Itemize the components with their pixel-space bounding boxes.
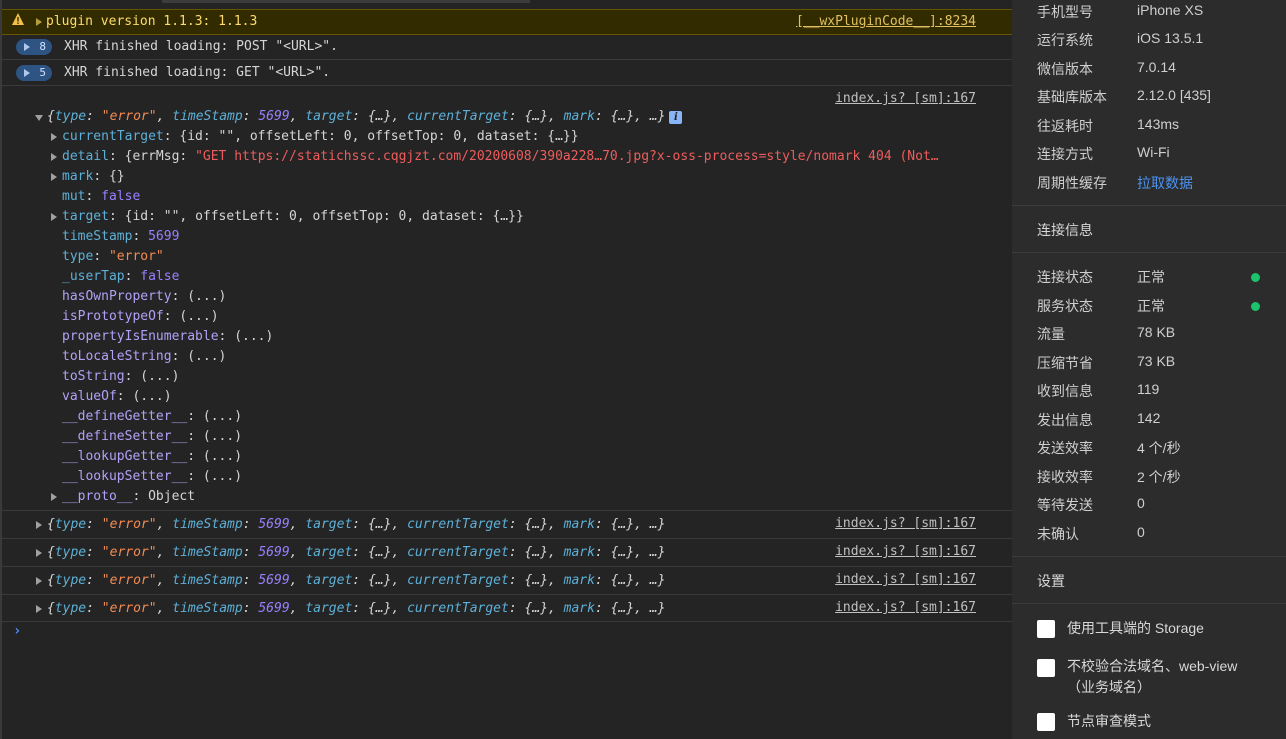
method-lookupSetter[interactable]: __lookupSetter__: (...) [62, 469, 242, 484]
expand-arrow-icon[interactable] [36, 605, 42, 613]
unacknowledged: 未确认 0 [1037, 524, 1145, 542]
service-status: 服务状态 正常 [1037, 296, 1277, 316]
warning-source-link[interactable]: [__wxPluginCode__]:8234 [796, 14, 976, 29]
source-link[interactable]: index.js? [sm]:167 [835, 516, 976, 531]
object-summary[interactable]: {type: "error", timeStamp: 5699, target:… [47, 109, 683, 124]
expand-arrow-icon[interactable] [36, 18, 42, 26]
prop-currentTarget[interactable]: currentTarget: {id: "", offsetLeft: 0, o… [62, 129, 579, 144]
expand-arrow-icon[interactable] [51, 493, 57, 501]
collapsed-log-entry[interactable]: {type: "error", timeStamp: 5699, target:… [2, 595, 1012, 622]
info-os: 运行系统 iOS 13.5.1 [1037, 30, 1204, 48]
send-rate: 发送效率 4 个/秒 [1037, 440, 1181, 456]
expand-arrow-icon[interactable] [51, 133, 57, 141]
method-isPrototypeOf[interactable]: isPrototypeOf: (...) [62, 309, 219, 324]
source-link[interactable]: index.js? [sm]:167 [835, 600, 976, 615]
info-lib-version: 基础库版本 2.12.0 [435] [1037, 87, 1211, 105]
checkbox-use-tool-storage[interactable] [1037, 620, 1055, 638]
divider [1012, 556, 1286, 557]
method-defineSetter[interactable]: __defineSetter__: (...) [62, 429, 242, 444]
collapse-arrow-icon[interactable] [35, 115, 43, 121]
pending-send: 等待发送 0 [1037, 495, 1145, 513]
info-rtt: 往返耗时 143ms [1037, 116, 1180, 134]
section-title-connection: 连接信息 [1037, 222, 1093, 238]
info-periodic-cache: 周期性缓存 拉取数据 [1037, 173, 1193, 193]
method-toString[interactable]: toString: (...) [62, 369, 179, 384]
warning-icon [12, 13, 24, 25]
repeat-count-badge: 8 [16, 39, 52, 55]
scroll-strip [162, 0, 530, 3]
source-link[interactable]: index.js? [sm]:167 [835, 91, 976, 106]
setting-node-inspect-mode[interactable]: 节点审查模式 [1037, 711, 1277, 735]
expanded-log-entry: index.js? [sm]:167 {type: "error", timeS… [2, 86, 1012, 511]
expand-arrow-icon[interactable] [36, 521, 42, 529]
traffic: 流量 78 KB [1037, 324, 1176, 342]
collapsed-log-entry[interactable]: {type: "error", timeStamp: 5699, target:… [2, 539, 1012, 567]
setting-skip-domain-check[interactable]: 不校验合法域名、web-view（业务域名） [1037, 656, 1277, 700]
warning-text: plugin version 1.1.3: 1.1.3 [46, 14, 258, 29]
prop-mut: mut: false [62, 189, 141, 204]
method-valueOf[interactable]: valueOf: (...) [62, 389, 172, 404]
prop-detail[interactable]: detail: {errMsg: "GET https://statichssc… [62, 149, 939, 164]
messages-received: 收到信息 119 [1037, 381, 1160, 399]
method-defineGetter[interactable]: __defineGetter__: (...) [62, 409, 242, 424]
setting-use-tool-storage[interactable]: 使用工具端的 Storage [1037, 618, 1277, 642]
prop-type: type: "error" [62, 249, 164, 264]
divider [1012, 603, 1286, 604]
checkbox-node-inspect-mode[interactable] [1037, 713, 1055, 731]
object-summary[interactable]: {type: "error", timeStamp: 5699, target:… [47, 545, 665, 560]
info-connection-type: 连接方式 Wi-Fi [1037, 144, 1170, 162]
info-icon[interactable]: i [669, 111, 683, 124]
repeat-count-badge: 5 [16, 65, 52, 81]
method-lookupGetter[interactable]: __lookupGetter__: (...) [62, 449, 242, 464]
xhr-message-post[interactable]: 8 XHR finished loading: POST "<URL>". [2, 35, 1012, 60]
object-summary[interactable]: {type: "error", timeStamp: 5699, target:… [47, 601, 665, 616]
method-hasOwnProperty[interactable]: hasOwnProperty: (...) [62, 289, 226, 304]
warning-message[interactable]: plugin version 1.1.3: 1.1.3 [__wxPluginC… [2, 9, 1012, 35]
object-summary[interactable]: {type: "error", timeStamp: 5699, target:… [47, 573, 665, 588]
expand-arrow-icon[interactable] [36, 549, 42, 557]
section-title-settings: 设置 [1037, 573, 1065, 589]
prop-target[interactable]: target: {id: "", offsetLeft: 0, offsetTo… [62, 209, 524, 224]
expand-arrow-icon[interactable] [51, 153, 57, 161]
prop-proto[interactable]: __proto__: Object [62, 489, 195, 504]
messages-sent: 发出信息 142 [1037, 410, 1161, 428]
compression-saved: 压缩节省 73 KB [1037, 353, 1176, 371]
expand-arrow-icon[interactable] [51, 173, 57, 181]
info-wechat-version: 微信版本 7.0.14 [1037, 59, 1176, 77]
xhr-text: XHR finished loading: GET "<URL>". [64, 65, 331, 80]
status-ok-dot-icon [1251, 273, 1260, 282]
checkbox-skip-domain-check[interactable] [1037, 659, 1055, 677]
method-propertyIsEnumerable[interactable]: propertyIsEnumerable: (...) [62, 329, 273, 344]
divider [1012, 252, 1286, 253]
method-toLocaleString[interactable]: toLocaleString: (...) [62, 349, 226, 364]
object-summary[interactable]: {type: "error", timeStamp: 5699, target:… [47, 517, 665, 532]
divider [1012, 205, 1286, 206]
expand-arrow-icon[interactable] [51, 213, 57, 221]
console-prompt-chevron-icon[interactable]: › [13, 623, 21, 639]
collapsed-log-entry[interactable]: {type: "error", timeStamp: 5699, target:… [2, 511, 1012, 539]
prop-userTap: _userTap: false [62, 269, 180, 284]
status-ok-dot-icon [1251, 302, 1260, 311]
fetch-data-link[interactable]: 拉取数据 [1137, 173, 1193, 193]
receive-rate: 接收效率 2 个/秒 [1037, 469, 1181, 485]
console-pane: plugin version 1.1.3: 1.1.3 [__wxPluginC… [0, 0, 1012, 739]
prop-timeStamp: timeStamp: 5699 [62, 229, 180, 244]
info-device-model: 手机型号 iPhone XS [1037, 2, 1204, 20]
prop-mark[interactable]: mark: {} [62, 169, 125, 184]
xhr-text: XHR finished loading: POST "<URL>". [64, 39, 338, 54]
collapsed-log-entry[interactable]: {type: "error", timeStamp: 5699, target:… [2, 567, 1012, 595]
source-link[interactable]: index.js? [sm]:167 [835, 572, 976, 587]
info-panel: 手机型号 iPhone XS 运行系统 iOS 13.5.1 微信版本 7.0.14 … [1012, 0, 1286, 739]
xhr-message-get[interactable]: 5 XHR finished loading: GET "<URL>". [2, 60, 1012, 86]
expand-arrow-icon[interactable] [36, 577, 42, 585]
conn-status: 连接状态 正常 [1037, 267, 1277, 287]
source-link[interactable]: index.js? [sm]:167 [835, 544, 976, 559]
